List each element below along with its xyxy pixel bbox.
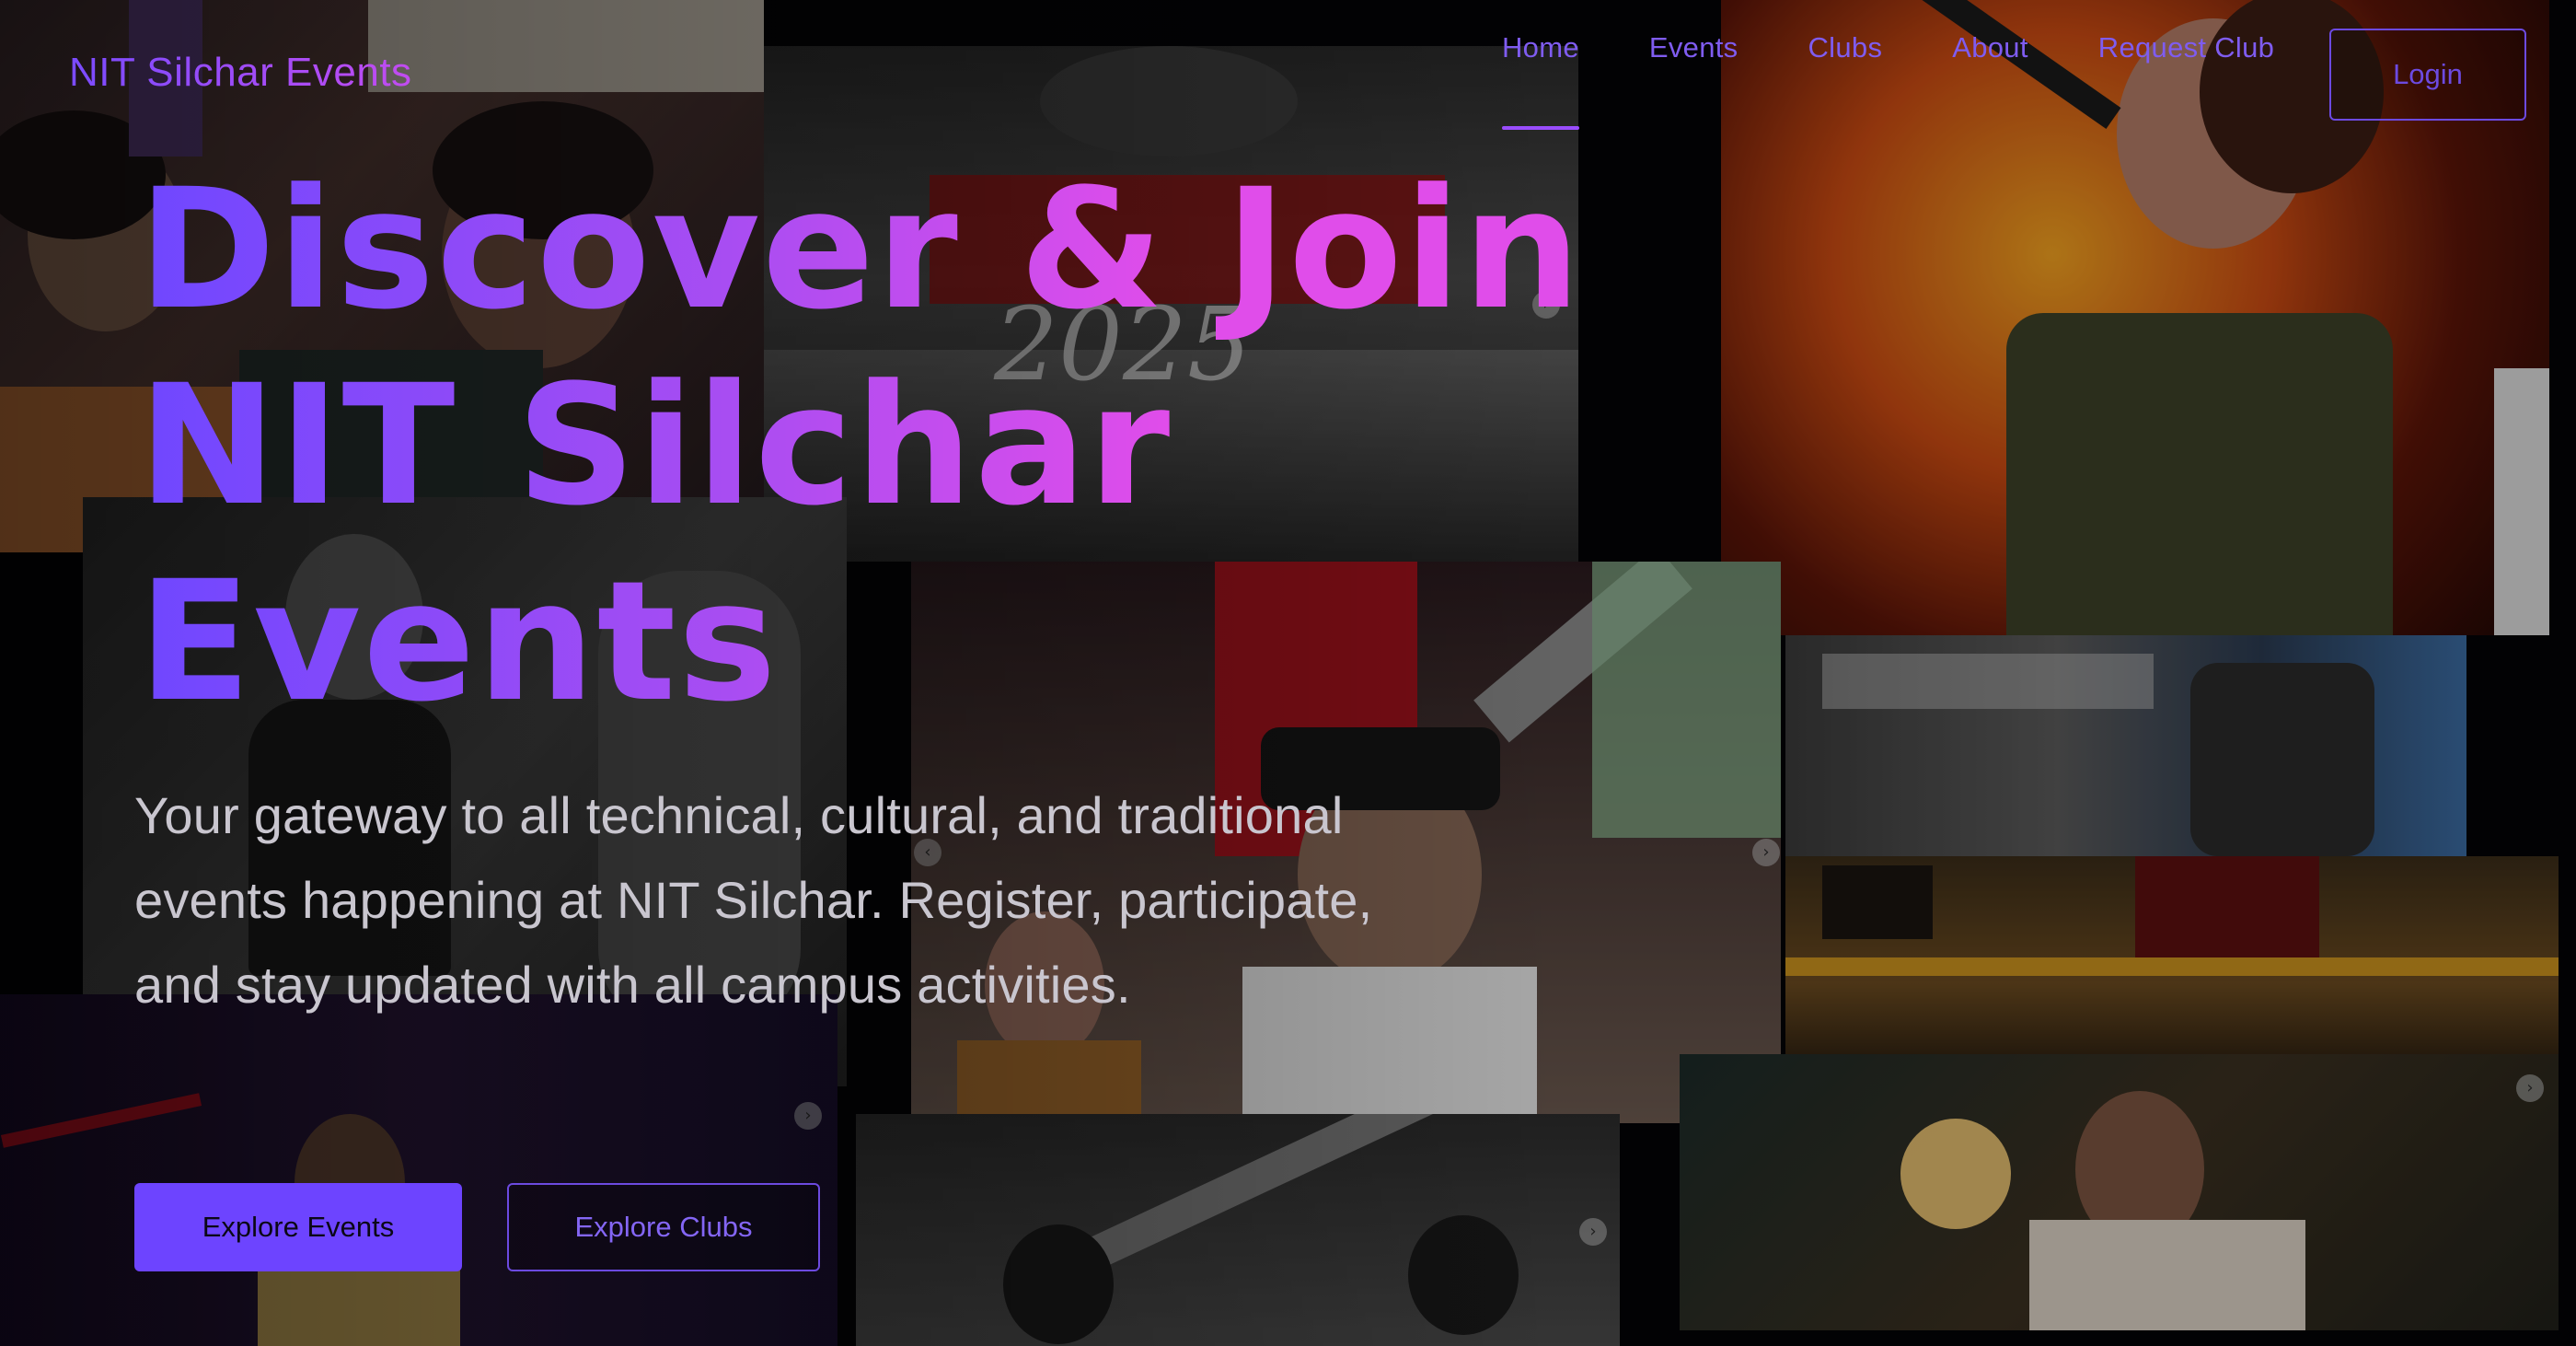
nav-about-link[interactable]: About [1952,31,2028,133]
explore-clubs-button[interactable]: Explore Clubs [507,1183,820,1271]
nav-request-club-link[interactable]: Request Club [2098,31,2274,133]
photo-event-poster-red [0,994,837,1346]
hero-headline: Discover & Join NIT Silchar Events [138,152,1611,740]
main-nav: Home Events Clubs About Request Club [1502,31,2344,133]
brand-logo-text[interactable]: NIT Silchar Events [69,50,412,96]
carousel-next-icon[interactable]: › [794,1102,822,1130]
landing-page: 2025 [0,0,2576,1346]
photo-dance-crew [856,1114,1620,1346]
nav-home-link[interactable]: Home [1502,31,1579,133]
nav-clubs-link[interactable]: Clubs [1808,31,1882,133]
headline-line-3: Events [138,546,779,738]
photo-band-performance [1785,635,2466,856]
hero-subtitle: Your gateway to all technical, cultural,… [134,786,1373,1014]
headline-line-2: NIT Silchar [138,350,1172,542]
carousel-next-icon[interactable]: › [1579,1218,1607,1246]
login-button[interactable]: Login [2329,29,2526,121]
photo-guitarist-acoustic [1680,1054,2559,1330]
explore-events-button[interactable]: Explore Events [134,1183,462,1271]
nav-events-link[interactable]: Events [1649,31,1739,133]
headline-line-1: Discover & Join [138,154,1583,346]
carousel-next-icon[interactable]: › [2516,1074,2544,1102]
photo-stage-lights [1785,856,2559,1068]
carousel-next-icon[interactable]: › [1752,839,1780,866]
